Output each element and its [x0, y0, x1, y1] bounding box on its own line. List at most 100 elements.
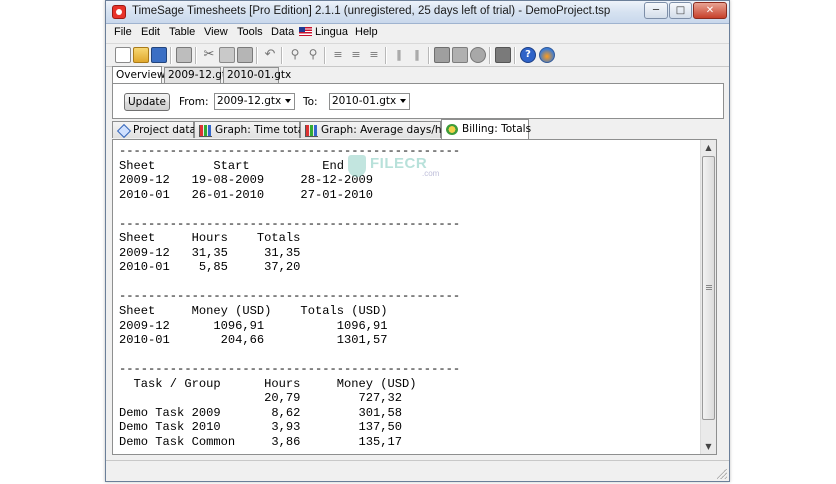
timesage-app-icon[interactable]: [112, 5, 126, 19]
scroll-up-icon[interactable]: ▲: [703, 142, 714, 153]
close-button[interactable]: ✕: [693, 2, 727, 19]
status-bar: [106, 460, 729, 481]
menu-tools[interactable]: Tools: [237, 26, 263, 38]
sheet-properties-icon[interactable]: [452, 47, 468, 63]
insert-row-icon[interactable]: ≡: [330, 47, 346, 63]
web-update-icon[interactable]: [539, 47, 555, 63]
resize-grip-icon[interactable]: [717, 469, 727, 479]
doc-tab-overview[interactable]: Overview: [112, 66, 165, 83]
tasks-total-row: 20,79 727,32: [264, 391, 403, 406]
toolbar-separator: [324, 47, 326, 64]
us-flag-icon: [299, 27, 312, 36]
toolbar-separator: [385, 47, 387, 64]
watermark: FILECR .com: [348, 155, 468, 179]
tab-project-data[interactable]: Project data: [112, 121, 196, 139]
move-row-icon[interactable]: ≡: [366, 47, 382, 63]
toolbar: ✂ ↶ ⚲ ⚲ ≡ ≡ ≡ ‖ ‖ ?: [106, 43, 729, 67]
menu-lingua-label: Lingua: [315, 26, 349, 38]
menu-view[interactable]: View: [204, 26, 228, 38]
hours-row: 2009-12 31,35 31,35: [119, 245, 301, 260]
scroll-down-icon[interactable]: ▼: [703, 441, 714, 452]
to-label: To:: [303, 96, 318, 108]
from-select-value: 2009-12.gtx: [217, 95, 282, 107]
menu-help[interactable]: Help: [355, 26, 378, 38]
window-title: TimeSage Timesheets [Pro Edition] 2.1.1 …: [132, 5, 611, 17]
menu-table[interactable]: Table: [169, 26, 195, 38]
to-select-value: 2010-01.gtx: [332, 95, 397, 107]
delete-column-icon[interactable]: ‖: [409, 47, 425, 63]
doc-tab-2009-12[interactable]: 2009-12.gtx: [164, 67, 232, 83]
tab-graph-average[interactable]: Graph: Average days/hours: [300, 121, 464, 138]
title-bar[interactable]: TimeSage Timesheets [Pro Edition] 2.1.1 …: [106, 1, 729, 24]
undo-icon[interactable]: ↶: [262, 47, 278, 63]
billing-report-text: ----------------------------------------…: [119, 144, 460, 449]
minimize-button[interactable]: ─: [644, 2, 668, 19]
watermark-subtext: .com: [422, 169, 440, 178]
project-data-icon: [116, 123, 132, 139]
open-folder-icon[interactable]: [133, 47, 149, 63]
from-label: From:: [179, 96, 209, 108]
print-icon[interactable]: [176, 47, 192, 63]
grip-icon: [706, 285, 712, 291]
from-select[interactable]: 2009-12.gtx: [214, 93, 295, 110]
app-window: TimeSage Timesheets [Pro Edition] 2.1.1 …: [105, 0, 730, 482]
tab-project-data-label: Project data: [133, 124, 196, 136]
hours-header: Sheet Hours Totals: [119, 231, 301, 246]
tasks-row: Demo Task Common 3,86 135,17: [119, 434, 403, 449]
billing-coins-icon: [446, 124, 458, 135]
new-file-icon[interactable]: [115, 47, 131, 63]
sheets-header: Sheet Start End: [119, 158, 344, 173]
report-separator: ----------------------------------------…: [119, 216, 461, 231]
maximize-icon: □: [675, 5, 686, 16]
update-button[interactable]: Update: [124, 93, 170, 111]
insert-column-icon[interactable]: ‖: [391, 47, 407, 63]
delete-row-icon[interactable]: ≡: [348, 47, 364, 63]
stop-timer-icon[interactable]: [470, 47, 486, 63]
doc-tab-2010-01[interactable]: 2010-01.gtx: [223, 67, 291, 83]
toolbar-separator: [195, 47, 197, 64]
tab-billing-totals-label: Billing: Totals: [462, 123, 532, 135]
report-icon[interactable]: [495, 47, 511, 63]
maximize-button[interactable]: □: [669, 2, 692, 19]
money-row: 2010-01 204,66 1301,57: [119, 333, 388, 348]
bar-chart-icon: [305, 125, 318, 137]
find-icon[interactable]: ⚲: [287, 47, 303, 63]
toolbar-separator: [514, 47, 516, 64]
sheets-row: 2010-01 26-01-2010 27-01-2010: [119, 187, 374, 202]
toolbar-separator: [428, 47, 430, 64]
scrollbar-thumb[interactable]: [702, 156, 715, 420]
toolbar-separator: [256, 47, 258, 64]
report-separator: ----------------------------------------…: [119, 289, 461, 304]
bar-chart-icon: [199, 125, 212, 137]
edit-sheet-icon[interactable]: [434, 47, 450, 63]
minimize-icon: ─: [652, 5, 660, 16]
close-icon: ✕: [705, 5, 715, 16]
chevron-down-icon: [285, 99, 291, 103]
menu-file[interactable]: File: [114, 26, 132, 38]
money-row: 2009-12 1096,91 1096,91: [119, 318, 388, 333]
watermark-shield-icon: [348, 155, 366, 177]
menu-bar: File Edit Table View Tools Data Lingua H…: [106, 24, 729, 42]
menu-data[interactable]: Data: [271, 26, 294, 38]
sheets-row: 2009-12 19-08-2009 28-12-2009: [119, 173, 374, 188]
toolbar-separator: [489, 47, 491, 64]
vertical-scrollbar[interactable]: ▲ ▼: [700, 140, 716, 454]
tab-graph-time-totals[interactable]: Graph: Time totals: [194, 121, 313, 138]
report-separator: ----------------------------------------…: [119, 362, 461, 377]
billing-report-view[interactable]: ----------------------------------------…: [112, 139, 717, 455]
tab-graph-time-totals-label: Graph: Time totals: [215, 124, 313, 136]
replace-icon[interactable]: ⚲: [305, 47, 321, 63]
menu-lingua[interactable]: Lingua: [299, 26, 348, 38]
cut-icon[interactable]: ✂: [201, 47, 217, 63]
paste-icon[interactable]: [237, 47, 253, 63]
toolbar-separator: [170, 47, 172, 64]
to-select[interactable]: 2010-01.gtx: [329, 93, 410, 110]
tab-billing-totals[interactable]: Billing: Totals: [441, 119, 532, 139]
overview-panel: Update From: 2009-12.gtx To: 2010-01.gtx: [112, 83, 724, 119]
chevron-down-icon: [400, 99, 406, 103]
copy-icon[interactable]: [219, 47, 235, 63]
save-icon[interactable]: [151, 47, 167, 63]
menu-edit[interactable]: Edit: [141, 26, 160, 38]
tasks-row: Demo Task 2010 3,93 137,50: [119, 420, 403, 435]
help-icon[interactable]: ?: [520, 47, 536, 63]
